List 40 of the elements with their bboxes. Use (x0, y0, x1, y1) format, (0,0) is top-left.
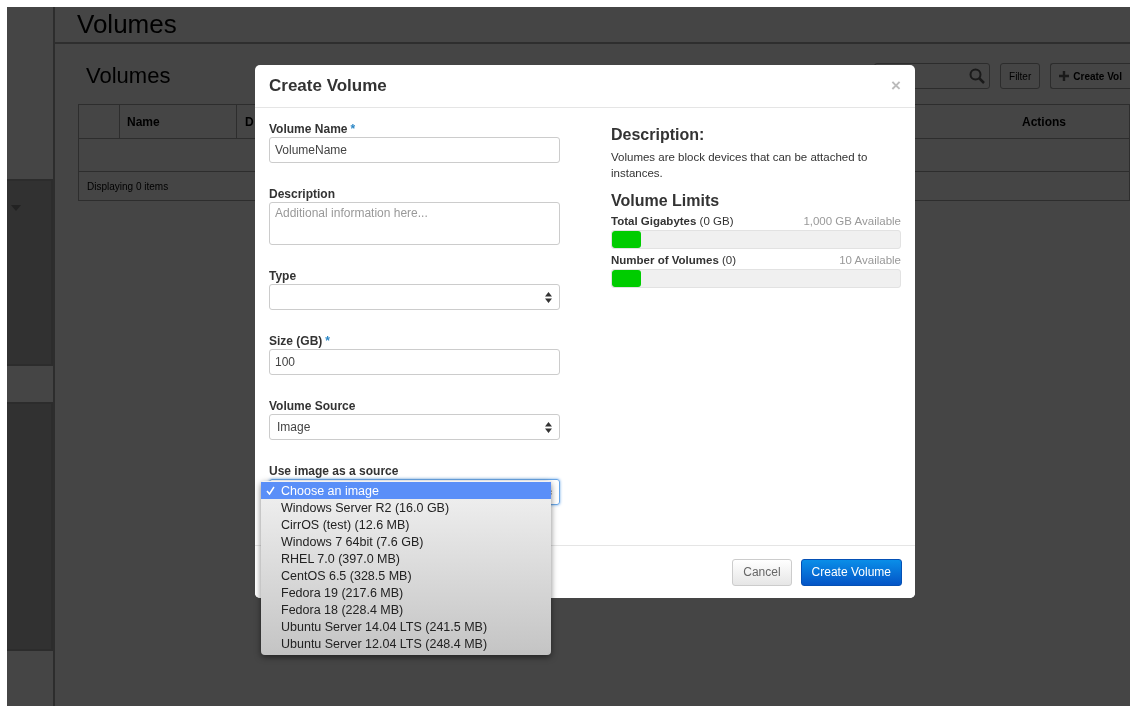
input-field[interactable]: Additional information here... (269, 202, 560, 245)
updown-arrow-icon (545, 291, 552, 303)
input-field[interactable]: 100 (269, 349, 560, 375)
description-heading: Description: (611, 126, 706, 144)
section-title: Volumes (85, 63, 171, 89)
description-text: Volumes are block devices that can be attached to instances. (611, 150, 869, 181)
dropdown-option[interactable]: CirrOS (test) (12.6 MB) (261, 516, 551, 533)
select-field[interactable] (269, 284, 560, 310)
limit-available: 1,000 GB Available (803, 215, 901, 227)
required-mark: * (325, 335, 330, 348)
search-icon (969, 68, 986, 84)
field-label: Description (269, 188, 335, 201)
table-footer-text: Displaying 0 items (87, 180, 169, 192)
field-label: Size (GB) (269, 335, 323, 348)
limits-heading: Volume Limits (611, 192, 721, 210)
limit-available: 10 Available (839, 254, 901, 266)
dropdown-option[interactable]: CentOS 6.5 (328.5 MB) (261, 567, 551, 584)
cancel-button[interactable]: Cancel (732, 558, 792, 586)
checkmark-icon (266, 486, 275, 495)
dropdown-option[interactable]: Fedora 18 (228.4 MB) (261, 601, 551, 618)
page-heading: Volumes (77, 9, 177, 39)
field-label: Type (269, 270, 297, 283)
field-label: Volume Name (269, 123, 348, 136)
input-field[interactable]: VolumeName (269, 137, 560, 163)
select-field[interactable]: Image (269, 414, 560, 440)
dropdown-option[interactable]: Fedora 19 (217.6 MB) (261, 584, 551, 601)
required-mark: * (350, 123, 356, 136)
dropdown-option[interactable]: Windows Server R2 (16.0 GB) (261, 499, 551, 516)
dropdown-option[interactable]: Ubuntu Server 14.04 LTS (241.5 MB) (261, 618, 551, 635)
limit-label: Number of Volumes (0) (611, 254, 737, 266)
dialog-title: Create Volume (269, 76, 387, 96)
field-label: Volume Source (269, 400, 356, 413)
updown-arrow-icon (545, 421, 552, 433)
dropdown-option[interactable]: RHEL 7.0 (397.0 MB) (261, 550, 551, 567)
field-label: Use image as a source (269, 465, 399, 478)
create-volume-button[interactable]: Create Volume (800, 558, 902, 586)
dropdown-option[interactable]: Ubuntu Server 12.04 LTS (248.4 MB) (261, 635, 551, 652)
dropdown-option[interactable]: Windows 7 64bit (7.6 GB) (261, 533, 551, 550)
plus-icon (1059, 71, 1070, 81)
limit-label: Total Gigabytes (0 GB) (611, 215, 734, 227)
